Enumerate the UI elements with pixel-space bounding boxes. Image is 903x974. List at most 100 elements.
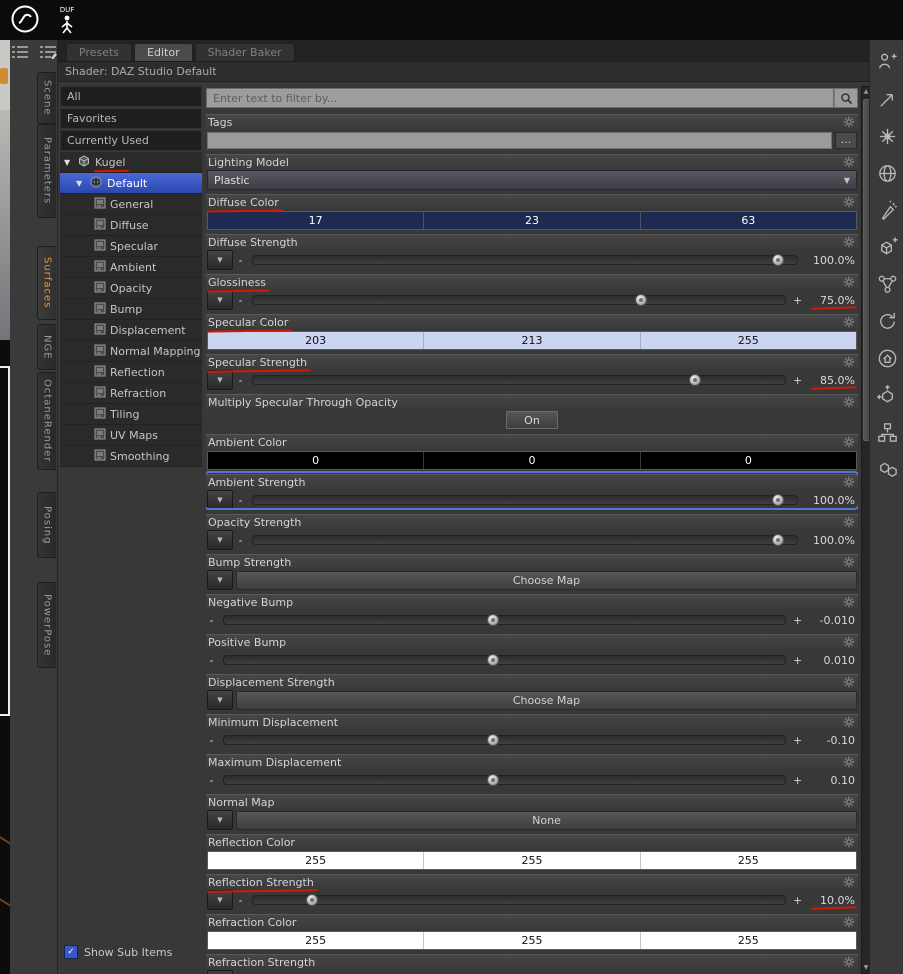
side-tab-surfaces[interactable]: Surfaces (37, 246, 56, 320)
param-value[interactable]: -0.010 (805, 614, 857, 627)
gear-icon[interactable] (842, 756, 855, 769)
decrement-button[interactable]: - (207, 735, 216, 746)
color-swatch[interactable]: 203 213 255 (207, 330, 857, 350)
param-value[interactable]: 100.0% (805, 254, 857, 267)
surface-group-ambient[interactable]: Ambient (60, 257, 202, 278)
gear-icon[interactable] (842, 836, 855, 849)
param-value[interactable]: 100.0% (805, 534, 857, 547)
increment-button[interactable]: + (793, 895, 802, 906)
daz-logo-icon[interactable] (10, 4, 40, 37)
gear-icon[interactable] (842, 356, 855, 369)
slider-handle[interactable] (688, 374, 701, 386)
increment-button[interactable]: + (793, 655, 802, 666)
slider-track[interactable] (252, 894, 786, 906)
decrement-button[interactable]: - (236, 375, 245, 386)
spray-tool-icon[interactable] (875, 198, 899, 222)
filter-item-currently-used[interactable]: Currently Used (60, 130, 202, 151)
filter-item-favorites[interactable]: Favorites (60, 108, 202, 129)
tree-node-default-selected[interactable]: ▼ Default (60, 173, 202, 194)
gear-icon[interactable] (842, 116, 855, 129)
slider-handle[interactable] (771, 534, 784, 546)
gear-icon[interactable] (842, 276, 855, 289)
param-menu-button[interactable]: ▼ (207, 250, 233, 270)
tab-presets[interactable]: Presets (66, 43, 133, 61)
slider-handle[interactable] (305, 894, 318, 906)
gear-icon[interactable] (842, 476, 855, 489)
globe-icon[interactable] (875, 161, 899, 185)
scroll-up-icon[interactable]: ▲ (862, 87, 869, 97)
map-button[interactable]: None (236, 810, 857, 830)
param-menu-button[interactable]: ▼ (207, 530, 233, 550)
surface-group-uv-maps[interactable]: UV Maps (60, 425, 202, 446)
scroll-down-icon[interactable]: ▼ (862, 963, 869, 973)
gear-icon[interactable] (842, 636, 855, 649)
side-tab-nge[interactable]: NGE (37, 324, 56, 370)
expand-arrow-icon[interactable]: ▼ (76, 179, 85, 188)
show-sub-items-checkbox[interactable]: ✓ (64, 945, 78, 959)
joint-cross-icon[interactable] (875, 124, 899, 148)
surface-group-specular[interactable]: Specular (60, 236, 202, 257)
gear-icon[interactable] (842, 596, 855, 609)
search-icon[interactable] (834, 88, 858, 108)
node-network-icon[interactable] (875, 272, 899, 296)
pane-list-icon[interactable] (10, 43, 30, 60)
param-value[interactable]: 75.0% (805, 294, 857, 307)
origin-home-icon[interactable] (875, 346, 899, 370)
param-menu-button[interactable]: ▼ (207, 970, 233, 974)
pane-edit-list-icon[interactable] (38, 43, 58, 60)
decrement-button[interactable]: - (236, 535, 245, 546)
slider-handle[interactable] (487, 614, 500, 626)
decrement-button[interactable]: - (236, 895, 245, 906)
side-tab-powerpose[interactable]: PowerPose (37, 582, 56, 668)
gear-icon[interactable] (842, 156, 855, 169)
surface-group-tiling[interactable]: Tiling (60, 404, 202, 425)
color-swatch[interactable]: 000 (207, 450, 857, 470)
lighting-model-dropdown[interactable]: Plastic ▼ (207, 170, 857, 190)
gear-icon[interactable] (842, 676, 855, 689)
param-menu-button[interactable]: ▼ (207, 570, 233, 590)
gear-icon[interactable] (842, 436, 855, 449)
slider-track[interactable] (252, 374, 786, 386)
param-value[interactable]: 0.10 (805, 774, 857, 787)
tab-shader-baker[interactable]: Shader Baker (194, 43, 295, 61)
tab-editor[interactable]: Editor (134, 43, 193, 61)
gear-icon[interactable] (842, 556, 855, 569)
increment-button[interactable]: + (793, 615, 802, 626)
tags-browse-button[interactable]: ... (835, 131, 857, 149)
slider-track[interactable] (223, 734, 786, 746)
decrement-button[interactable]: - (207, 615, 216, 626)
slider-track[interactable] (223, 614, 786, 626)
color-swatch[interactable]: 255 255 255 (207, 850, 857, 870)
param-value[interactable]: 0.010 (805, 654, 857, 667)
map-button[interactable]: Choose Map (236, 690, 857, 710)
decrement-button[interactable]: - (236, 295, 245, 306)
increment-button[interactable]: + (793, 375, 802, 386)
surface-group-reflection[interactable]: Reflection (60, 362, 202, 383)
side-tab-octanerender[interactable]: OctaneRender (37, 372, 56, 470)
gear-icon[interactable] (842, 716, 855, 729)
slider-handle[interactable] (487, 654, 500, 666)
hierarchy-icon[interactable] (875, 420, 899, 444)
tags-input[interactable] (207, 131, 832, 149)
gear-icon[interactable] (842, 876, 855, 889)
param-value[interactable]: 85.0% (805, 374, 857, 387)
filter-item-all[interactable]: All (60, 86, 202, 107)
instance-cubes-icon[interactable] (875, 457, 899, 481)
slider-handle[interactable] (487, 774, 500, 786)
transform-cube-icon[interactable] (875, 383, 899, 407)
slider-track[interactable] (252, 254, 798, 266)
side-tab-parameters[interactable]: Parameters (37, 124, 56, 218)
expand-arrow-icon[interactable]: ▼ (64, 158, 73, 167)
gear-icon[interactable] (842, 316, 855, 329)
duf-file-icon[interactable]: DUF (56, 6, 78, 34)
gear-icon[interactable] (842, 516, 855, 529)
gear-icon[interactable] (842, 796, 855, 809)
slider-track[interactable] (252, 294, 786, 306)
param-menu-button[interactable]: ▼ (207, 490, 233, 510)
surface-group-opacity[interactable]: Opacity (60, 278, 202, 299)
gear-icon[interactable] (842, 956, 855, 969)
param-value[interactable]: 100.0% (805, 494, 857, 507)
surface-group-normal-mapping[interactable]: Normal Mapping (60, 341, 202, 362)
param-value[interactable]: 10.0% (805, 894, 857, 907)
param-menu-button[interactable]: ▼ (207, 810, 233, 830)
